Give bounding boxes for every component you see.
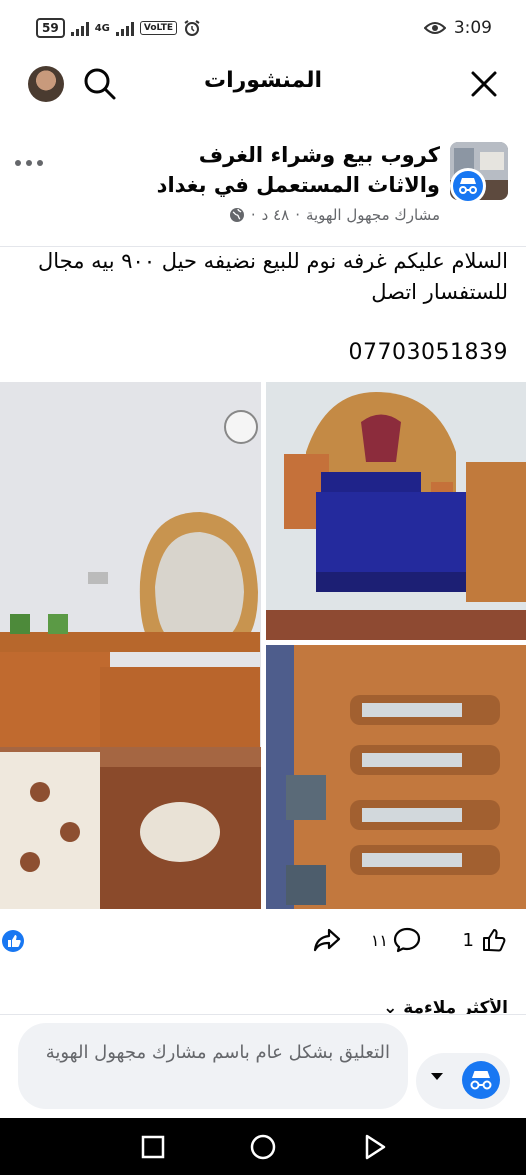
system-nav-bar	[0, 1118, 526, 1175]
share-icon	[313, 928, 341, 952]
top-header: المنشورات	[0, 58, 526, 110]
comment-bar: التعليق بشكل عام باسم مشارك مجهول الهوية	[0, 1014, 526, 1118]
post-phone-number[interactable]: 07703051839	[349, 340, 508, 365]
reactions-row: 1 ١١	[0, 922, 526, 962]
eye-icon	[423, 22, 446, 34]
comment-icon	[393, 927, 421, 953]
recent-apps-button[interactable]	[138, 1132, 168, 1162]
meta-dot: ·	[295, 206, 300, 224]
like-outline-icon	[483, 929, 506, 952]
volte-badge: VoLTE	[139, 21, 178, 35]
photo-bed[interactable]	[266, 382, 526, 640]
battery-indicator: 59	[36, 18, 65, 38]
anonymous-icon	[459, 178, 477, 194]
clock: 3:09	[453, 18, 492, 38]
like-icon	[8, 935, 21, 947]
post-meta: مشارك مجهول الهوية · ٤٨ د ·	[229, 206, 440, 224]
back-icon	[365, 1134, 386, 1160]
like-button[interactable]: 1	[463, 926, 508, 954]
like-count: 1	[462, 929, 474, 951]
cell-signal-2-icon	[115, 20, 134, 36]
meta-dot: ·	[250, 206, 256, 224]
network-type: 4G	[94, 22, 110, 34]
like-reaction-badge[interactable]	[2, 930, 24, 952]
page-title: المنشورات	[203, 68, 323, 93]
close-button[interactable]	[466, 66, 502, 102]
status-bar: 59 4G VoLTE 3:09	[0, 0, 526, 58]
anonymous-avatar	[462, 1061, 500, 1099]
comment-count: ١١	[370, 930, 388, 950]
recent-apps-icon	[141, 1135, 165, 1159]
globe-icon	[229, 208, 244, 222]
status-left: 59 4G VoLTE	[36, 18, 201, 38]
home-button[interactable]	[248, 1132, 278, 1162]
group-name[interactable]: كروب بيع وشراء الغرف والاثاث المستعمل في…	[120, 140, 440, 200]
anonymous-icon	[470, 1071, 492, 1090]
post-time: ٤٨ د	[261, 206, 290, 224]
more-options-button[interactable]	[14, 148, 44, 173]
post-body: السلام عليكم غرفه نوم للبيع نضيفه حيل ٩٠…	[38, 249, 508, 304]
chevron-down-icon	[431, 1073, 443, 1080]
comment-input[interactable]: التعليق بشكل عام باسم مشارك مجهول الهوية	[18, 1023, 408, 1109]
post-author[interactable]: مشارك مجهول الهوية	[306, 206, 440, 224]
share-button[interactable]	[312, 926, 342, 958]
dresser-photo	[0, 382, 261, 909]
wardrobe-photo	[266, 645, 526, 909]
photo-dresser[interactable]	[0, 382, 261, 909]
photo-grid	[0, 382, 526, 909]
bed-photo	[266, 382, 526, 640]
identity-switcher[interactable]	[416, 1053, 510, 1109]
more-icon	[15, 160, 43, 166]
back-button[interactable]	[360, 1132, 390, 1162]
anonymous-badge	[450, 168, 486, 204]
home-icon	[250, 1134, 276, 1160]
cell-signal-icon	[70, 20, 89, 36]
comment-button[interactable]: ١١	[371, 926, 422, 954]
post-header: كروب بيع وشراء الغرف والاثاث المستعمل في…	[0, 132, 526, 232]
status-right: 3:09	[423, 18, 492, 38]
close-icon	[471, 71, 497, 97]
alarm-icon	[184, 20, 200, 36]
photo-wardrobe[interactable]	[266, 645, 526, 909]
